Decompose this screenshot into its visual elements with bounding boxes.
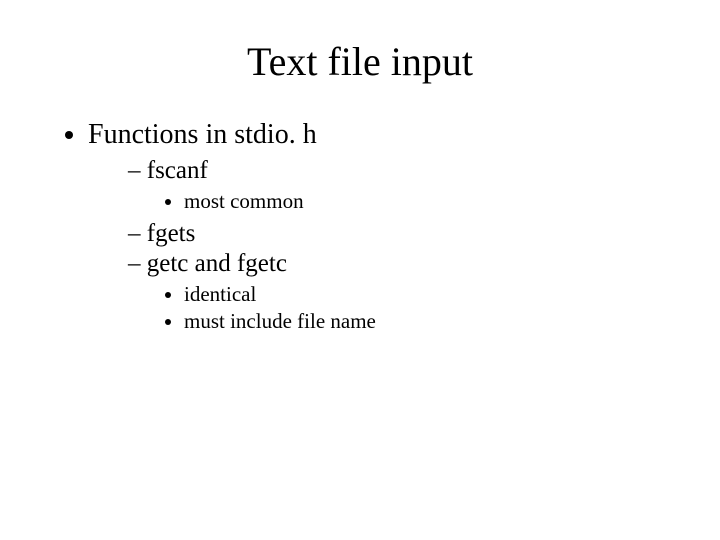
list-item: identical	[184, 282, 680, 307]
list-item: must include file name	[184, 309, 680, 334]
list-item: most common	[184, 189, 680, 214]
list-item: getc and fgetc identical must include fi…	[128, 250, 680, 334]
bullet-text: identical	[184, 282, 256, 306]
list-item: Functions in stdio. h fscanf most common…	[88, 119, 680, 334]
bullet-text: must include file name	[184, 309, 376, 333]
bullet-text: fscanf	[147, 157, 208, 184]
bullet-list-level3: most common	[128, 189, 680, 214]
list-item: fgets	[128, 220, 680, 248]
bullet-list-level3: identical must include file name	[128, 282, 680, 334]
bullet-text: getc and fgetc	[147, 250, 287, 277]
bullet-text: most common	[184, 189, 304, 213]
slide: Text file input Functions in stdio. h fs…	[0, 0, 720, 540]
bullet-list-level2: fscanf most common fgets getc and fgetc …	[88, 157, 680, 334]
bullet-text: Functions in stdio. h	[88, 119, 317, 150]
bullet-list-level1: Functions in stdio. h fscanf most common…	[40, 119, 680, 334]
list-item: fscanf most common	[128, 157, 680, 214]
slide-title: Text file input	[40, 38, 680, 85]
bullet-text: fgets	[147, 220, 196, 247]
